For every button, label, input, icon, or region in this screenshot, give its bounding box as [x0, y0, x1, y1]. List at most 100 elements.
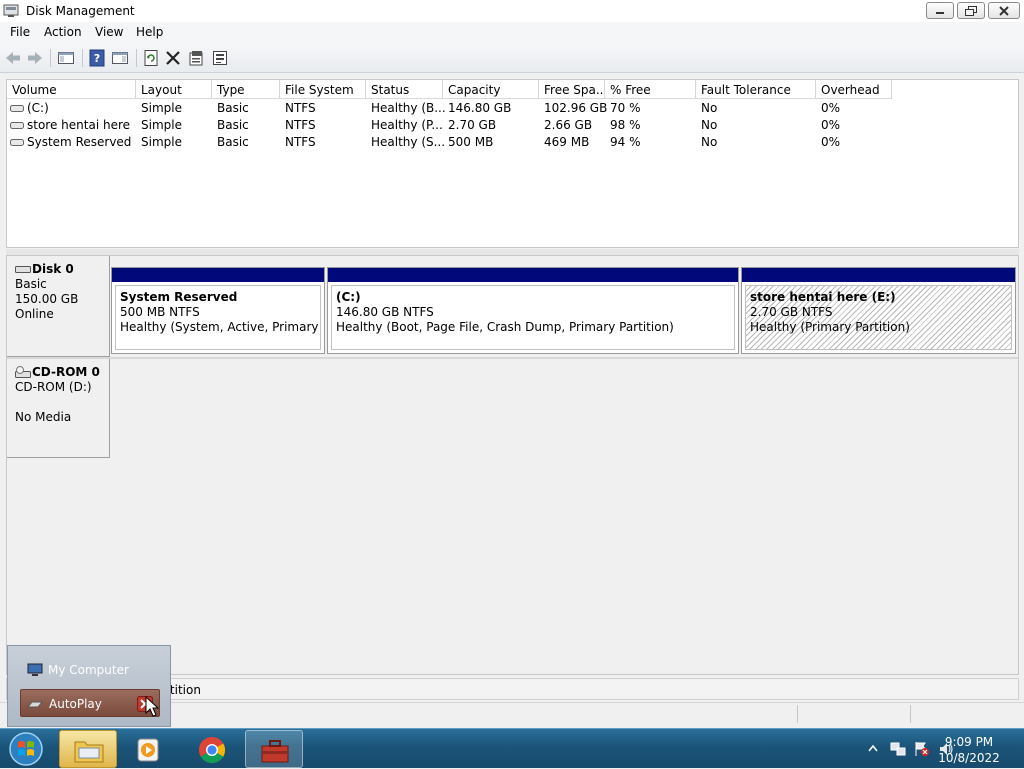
computer-icon	[27, 663, 43, 676]
properties-icon[interactable]	[187, 49, 205, 67]
hard-disk-icon	[15, 266, 31, 273]
column-header-percent-free[interactable]: % Free	[605, 80, 696, 99]
cdrom-0-label[interactable]: CD-ROM 0 CD-ROM (D:) No Media	[7, 359, 110, 458]
column-header-status[interactable]: Status	[366, 80, 443, 99]
cdrom-media-area[interactable]	[111, 359, 1018, 458]
cell-overhead: 0%	[821, 135, 841, 149]
disk-management-icon	[3, 4, 19, 17]
cell-fault-tolerance: No	[701, 118, 718, 132]
cdrom-drive-letter: CD-ROM (D:)	[15, 380, 92, 394]
cell-percent-free: 70 %	[610, 101, 641, 115]
network-icon[interactable]	[890, 741, 906, 757]
toolbar-separator	[50, 49, 51, 67]
taskbar-explorer[interactable]	[59, 730, 117, 768]
close-icon	[999, 5, 1009, 16]
cdrom-blank-line	[15, 395, 109, 410]
folder-icon	[74, 741, 104, 763]
cell-overhead: 0%	[821, 118, 841, 132]
cell-type: Basic	[217, 101, 249, 115]
start-button[interactable]	[5, 731, 47, 767]
toolbar: ?	[0, 43, 1024, 73]
window-title: Disk Management	[26, 4, 135, 18]
cdrom-name: CD-ROM 0	[32, 365, 100, 379]
volume-list[interactable]: Volume Layout Type File System Status Ca…	[6, 79, 1019, 248]
menu-file[interactable]: File	[10, 25, 30, 39]
partition-type-bar	[112, 268, 324, 282]
clock-date: 10/8/2022	[938, 751, 1000, 765]
refresh-icon[interactable]	[142, 49, 160, 67]
column-header-free-space[interactable]: Free Spa...	[539, 80, 605, 99]
disk-name: Disk 0	[32, 262, 74, 276]
taskbar-computer-management[interactable]	[245, 730, 303, 768]
toolbar-separator	[82, 49, 83, 67]
disk-state: Online	[15, 307, 54, 321]
cell-volume: store hentai here (...	[27, 118, 135, 132]
volume-row[interactable]: store hentai here (... Simple Basic NTFS…	[7, 117, 1018, 134]
volume-row[interactable]: System Reserved Simple Basic NTFS Health…	[7, 134, 1018, 151]
forward-arrow-icon[interactable]	[26, 49, 44, 67]
partition-name: (C:)	[336, 290, 361, 304]
column-header-fault-tolerance[interactable]: Fault Tolerance	[696, 80, 816, 99]
column-header-type[interactable]: Type	[212, 80, 280, 99]
cell-free-space: 2.66 GB	[544, 118, 593, 132]
column-header-volume[interactable]: Volume	[7, 80, 136, 99]
cell-volume: (C:)	[27, 101, 49, 115]
cell-overhead: 0%	[821, 101, 841, 115]
column-header-file-system[interactable]: File System	[280, 80, 366, 99]
menu-help[interactable]: Help	[136, 25, 163, 39]
cell-layout: Simple	[141, 101, 182, 115]
drive-icon	[10, 139, 24, 146]
action-center-flag-icon[interactable]	[914, 741, 930, 757]
popup-item-my-computer[interactable]: My Computer	[20, 656, 160, 684]
cell-capacity: 500 MB	[448, 135, 494, 149]
disk-management-window: Disk Management File Action View Help ? …	[0, 0, 1024, 728]
column-header-layout[interactable]: Layout	[136, 80, 212, 99]
minimize-button[interactable]	[926, 2, 954, 19]
help-icon[interactable]: ?	[88, 49, 106, 67]
clock[interactable]: 9:09 PM 10/8/2022	[934, 734, 1004, 766]
partition-status: Healthy (Boot, Page File, Crash Dump, Pr…	[336, 320, 674, 334]
back-arrow-icon[interactable]	[4, 49, 22, 67]
menu-action[interactable]: Action	[44, 25, 82, 39]
autoplay-drive-icon	[27, 701, 43, 708]
restore-button[interactable]	[957, 2, 985, 19]
menu-view[interactable]: View	[95, 25, 123, 39]
cell-free-space: 469 MB	[544, 135, 590, 149]
media-player-icon	[137, 738, 159, 762]
menu-bar: File Action View Help	[0, 22, 1024, 43]
partition-type-bar	[742, 268, 1015, 282]
cell-fault-tolerance: No	[701, 135, 718, 149]
popup-item-autoplay[interactable]: AutoPlay	[20, 689, 160, 717]
cell-file-system: NTFS	[285, 135, 316, 149]
cell-layout: Simple	[141, 118, 182, 132]
disk-0-label[interactable]: Disk 0 Basic 150.00 GB Online	[7, 256, 110, 357]
cell-status: Healthy (P...	[371, 118, 443, 132]
partition-c-drive[interactable]: (C:) 146.80 GB NTFS Healthy (Boot, Page …	[327, 267, 739, 354]
system-tray: 9:09 PM 10/8/2022	[824, 729, 1024, 769]
column-header-overhead[interactable]: Overhead	[816, 80, 892, 99]
partition-name: store hentai here (E:)	[750, 290, 896, 304]
settings-icon[interactable]	[211, 49, 229, 67]
delete-icon[interactable]	[164, 49, 182, 67]
status-separator	[797, 705, 798, 723]
partition-status: Healthy (System, Active, Primary Partiti	[120, 320, 320, 334]
partition-system-reserved[interactable]: System Reserved 500 MB NTFS Healthy (Sys…	[111, 267, 325, 354]
partition-e-drive-selected[interactable]: store hentai here (E:) 2.70 GB NTFS Heal…	[741, 267, 1016, 354]
partition-status: Healthy (Primary Partition)	[750, 320, 910, 334]
partition-size: 500 MB NTFS	[120, 305, 200, 319]
volume-row[interactable]: (C:) Simple Basic NTFS Healthy (B... 146…	[7, 100, 1018, 117]
cell-volume: System Reserved	[27, 135, 132, 149]
cell-capacity: 146.80 GB	[448, 101, 512, 115]
taskbar-media-player[interactable]	[120, 730, 178, 768]
popup-item-label: AutoPlay	[49, 697, 102, 711]
close-button[interactable]	[988, 2, 1020, 19]
taskbar-chrome[interactable]	[183, 730, 241, 768]
cell-layout: Simple	[141, 135, 182, 149]
title-bar: Disk Management	[0, 0, 1024, 22]
show-hidden-icons-chevron-icon[interactable]	[868, 744, 878, 752]
show-hide-console-tree-icon[interactable]	[57, 49, 75, 67]
chrome-icon	[198, 736, 226, 764]
show-hide-action-pane-icon[interactable]	[111, 49, 129, 67]
cell-type: Basic	[217, 118, 249, 132]
column-header-capacity[interactable]: Capacity	[443, 80, 539, 99]
